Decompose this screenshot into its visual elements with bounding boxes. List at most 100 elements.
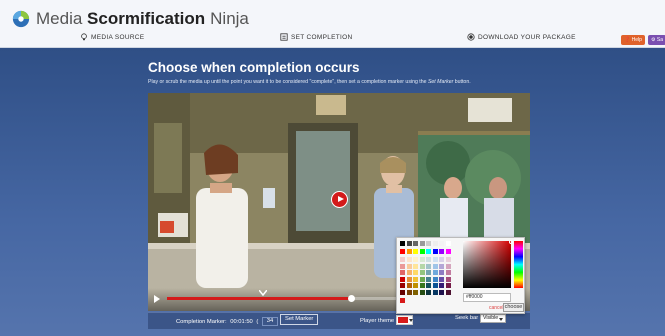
hex-input[interactable]: #ff0000 — [463, 293, 511, 302]
palette-swatch[interactable] — [439, 289, 445, 295]
palette-swatch[interactable] — [419, 276, 425, 282]
palette-swatch[interactable] — [406, 289, 412, 295]
palette-swatch[interactable] — [419, 283, 425, 289]
record-icon — [467, 33, 475, 41]
palette-swatch[interactable] — [432, 283, 438, 289]
palette-swatch[interactable] — [419, 289, 425, 295]
palette-swatch[interactable] — [413, 249, 419, 255]
palette-swatch[interactable] — [432, 249, 438, 255]
palette-swatch[interactable] — [400, 289, 406, 295]
completion-marker-readout: Completion Marker: 00:01:50 ( 34 %) — [175, 317, 290, 326]
palette-swatch[interactable] — [400, 249, 406, 255]
checklist-icon — [280, 33, 288, 41]
palette-swatch[interactable] — [432, 241, 438, 247]
palette-swatch[interactable] — [439, 257, 445, 263]
palette-swatch[interactable] — [445, 283, 451, 289]
palette-swatch[interactable] — [439, 283, 445, 289]
palette-swatch[interactable] — [445, 241, 451, 247]
set-marker-button[interactable]: Set Marker — [280, 314, 319, 325]
step-download-package[interactable]: DOWNLOAD YOUR PACKAGE — [467, 33, 576, 41]
palette-swatch[interactable] — [419, 257, 425, 263]
theme-color-swatch — [398, 317, 408, 323]
palette-swatch[interactable] — [432, 276, 438, 282]
saturation-field[interactable] — [463, 241, 511, 288]
palette-swatch[interactable] — [419, 241, 425, 247]
palette-swatch[interactable] — [432, 263, 438, 269]
save-button[interactable]: ⚙ Sa — [648, 35, 665, 45]
color-picker-popup: #ff0000 cancel choose — [396, 237, 525, 314]
palette-swatch[interactable] — [426, 263, 432, 269]
step-label: DOWNLOAD YOUR PACKAGE — [478, 33, 576, 41]
step-nav: MEDIA SOURCE SET COMPLETION DOWNLOAD YOU… — [0, 33, 665, 47]
choose-button[interactable]: choose — [503, 303, 524, 312]
palette-swatch[interactable] — [432, 270, 438, 276]
palette-swatch[interactable] — [406, 276, 412, 282]
lightbulb-icon — [81, 33, 87, 41]
palette-swatch[interactable] — [406, 257, 412, 263]
palette-swatch[interactable] — [426, 241, 432, 247]
palette-swatch[interactable] — [445, 276, 451, 282]
player-theme-label: Player theme — [360, 318, 395, 324]
player-theme-picker[interactable] — [396, 315, 413, 325]
step-media-source[interactable]: MEDIA SOURCE — [80, 33, 144, 41]
palette-swatch[interactable] — [445, 249, 451, 255]
palette-swatch[interactable] — [400, 257, 406, 263]
help-button[interactable]: ❓ Help — [621, 35, 645, 45]
palette-swatch[interactable] — [406, 270, 412, 276]
cancel-link[interactable]: cancel — [489, 305, 503, 311]
brand[interactable]: Media Scormification Ninja — [12, 9, 249, 29]
recent-color-swatch[interactable] — [400, 298, 406, 304]
palette-swatch[interactable] — [439, 249, 445, 255]
hue-slider[interactable] — [514, 241, 523, 288]
palette-swatch[interactable] — [419, 249, 425, 255]
palette-swatch[interactable] — [413, 241, 419, 247]
palette-swatch[interactable] — [445, 257, 451, 263]
palette-swatch[interactable] — [432, 257, 438, 263]
palette-swatch[interactable] — [439, 276, 445, 282]
palette-swatch[interactable] — [400, 283, 406, 289]
play-icon[interactable] — [154, 295, 160, 303]
palette-swatch[interactable] — [400, 270, 406, 276]
seek-bar-select[interactable]: Visible — [480, 314, 506, 323]
completion-marker-icon — [259, 290, 267, 296]
palette-swatch[interactable] — [406, 241, 412, 247]
palette-swatch[interactable] — [445, 263, 451, 269]
palette-swatch[interactable] — [426, 289, 432, 295]
palette-swatch[interactable] — [419, 263, 425, 269]
palette-swatch[interactable] — [413, 289, 419, 295]
palette-swatch[interactable] — [426, 283, 432, 289]
step-label: SET COMPLETION — [291, 33, 353, 41]
palette-swatch[interactable] — [439, 270, 445, 276]
palette-swatch[interactable] — [406, 283, 412, 289]
palette-swatch[interactable] — [413, 283, 419, 289]
palette-swatch[interactable] — [413, 276, 419, 282]
palette-swatch[interactable] — [426, 257, 432, 263]
palette-swatch[interactable] — [400, 276, 406, 282]
palette-swatch[interactable] — [413, 270, 419, 276]
seek-bar[interactable] — [167, 295, 397, 302]
play-overlay-button[interactable] — [331, 191, 348, 208]
seek-knob[interactable] — [348, 295, 355, 302]
palette-swatch[interactable] — [406, 249, 412, 255]
palette-swatch[interactable] — [426, 270, 432, 276]
palette-swatch[interactable] — [400, 241, 406, 247]
palette-swatch[interactable] — [400, 263, 406, 269]
step-set-completion[interactable]: SET COMPLETION — [280, 33, 353, 41]
palette-swatch[interactable] — [445, 270, 451, 276]
palette-swatch[interactable] — [413, 263, 419, 269]
palette-swatch[interactable] — [432, 289, 438, 295]
palette-swatch[interactable] — [426, 276, 432, 282]
saturation-cursor[interactable] — [509, 240, 513, 244]
palette-swatch[interactable] — [426, 249, 432, 255]
palette-swatch[interactable] — [406, 263, 412, 269]
brand-name: Media Scormification — [36, 9, 206, 28]
page-title: Choose when completion occurs — [148, 60, 360, 75]
completion-percent-field[interactable]: 34 — [261, 317, 278, 326]
palette-swatch[interactable] — [413, 257, 419, 263]
palette-swatch[interactable] — [439, 241, 445, 247]
palette-swatch[interactable] — [439, 263, 445, 269]
palette-swatch[interactable] — [445, 289, 451, 295]
app-logo-icon — [12, 10, 30, 28]
palette-swatch[interactable] — [419, 270, 425, 276]
seek-progress — [167, 297, 351, 300]
